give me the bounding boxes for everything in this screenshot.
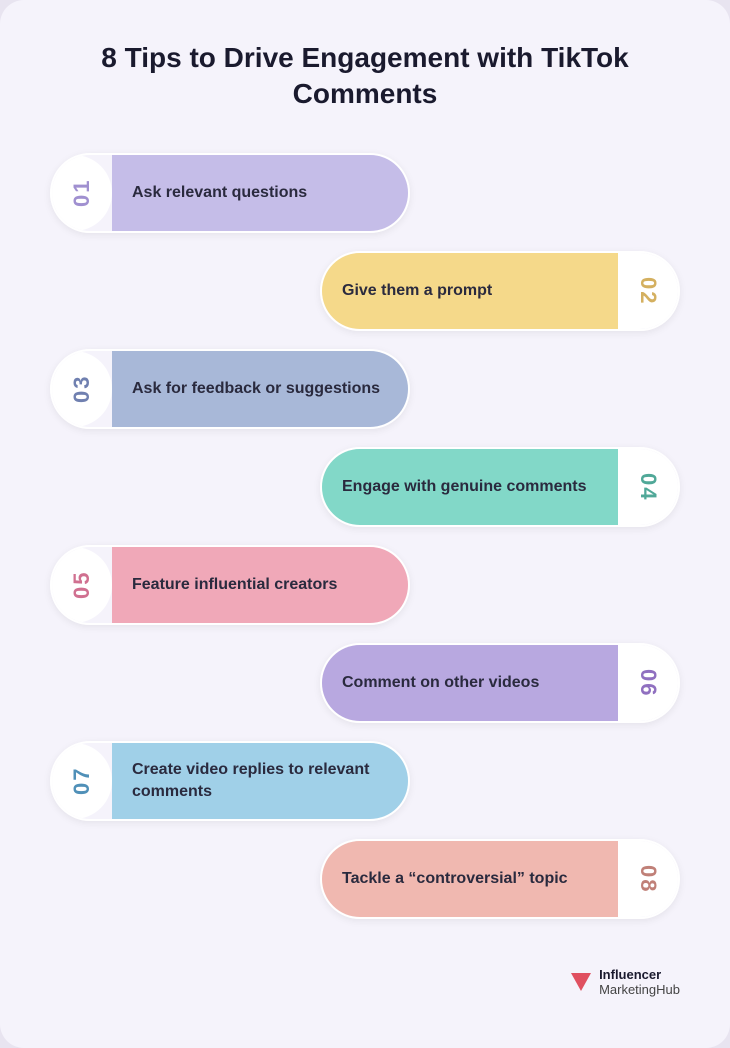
page-title: 8 Tips to Drive Engagement with TikTok C… xyxy=(50,40,680,113)
tip-number-08: 08 xyxy=(618,841,678,917)
tips-container: 01 Ask relevant questions Give them a pr… xyxy=(50,153,680,937)
tip-row-03: 03 Ask for feedback or suggestions xyxy=(50,349,680,429)
brand-diamond-icon xyxy=(571,973,591,991)
tip-row-05: 05 Feature influential creators xyxy=(50,545,680,625)
brand-text: Influencer MarketingHub xyxy=(599,967,680,998)
tip-block-06: Comment on other videos 06 xyxy=(320,643,680,723)
tip-text-03: Ask for feedback or suggestions xyxy=(112,351,408,427)
tip-text-04: Engage with genuine comments xyxy=(322,449,618,525)
tip-number-07: 07 xyxy=(52,743,112,819)
tip-block-04: Engage with genuine comments 04 xyxy=(320,447,680,527)
tip-text-07: Create video replies to relevant comment… xyxy=(112,743,408,819)
tip-block-08: Tackle a “controversial” topic 08 xyxy=(320,839,680,919)
tip-number-02: 02 xyxy=(618,253,678,329)
tip-row-04: Engage with genuine comments 04 xyxy=(50,447,680,527)
tip-text-05: Feature influential creators xyxy=(112,547,408,623)
tip-text-01: Ask relevant questions xyxy=(112,155,408,231)
tip-row-01: 01 Ask relevant questions xyxy=(50,153,680,233)
tip-block-07: 07 Create video replies to relevant comm… xyxy=(50,741,410,821)
tip-text-06: Comment on other videos xyxy=(322,645,618,721)
tip-number-05: 05 xyxy=(52,547,112,623)
tip-text-02: Give them a prompt xyxy=(322,253,618,329)
tip-row-08: Tackle a “controversial” topic 08 xyxy=(50,839,680,919)
tip-row-06: Comment on other videos 06 xyxy=(50,643,680,723)
tip-block-01: 01 Ask relevant questions xyxy=(50,153,410,233)
brand-logo: Influencer MarketingHub xyxy=(50,967,680,998)
tip-number-06: 06 xyxy=(618,645,678,721)
main-card: 8 Tips to Drive Engagement with TikTok C… xyxy=(0,0,730,1048)
tip-block-03: 03 Ask for feedback or suggestions xyxy=(50,349,410,429)
tip-row-02: Give them a prompt 02 xyxy=(50,251,680,331)
tip-number-03: 03 xyxy=(52,351,112,427)
tip-row-07: 07 Create video replies to relevant comm… xyxy=(50,741,680,821)
tip-number-01: 01 xyxy=(52,155,112,231)
tip-text-08: Tackle a “controversial” topic xyxy=(322,841,618,917)
tip-block-05: 05 Feature influential creators xyxy=(50,545,410,625)
tip-block-02: Give them a prompt 02 xyxy=(320,251,680,331)
tip-number-04: 04 xyxy=(618,449,678,525)
